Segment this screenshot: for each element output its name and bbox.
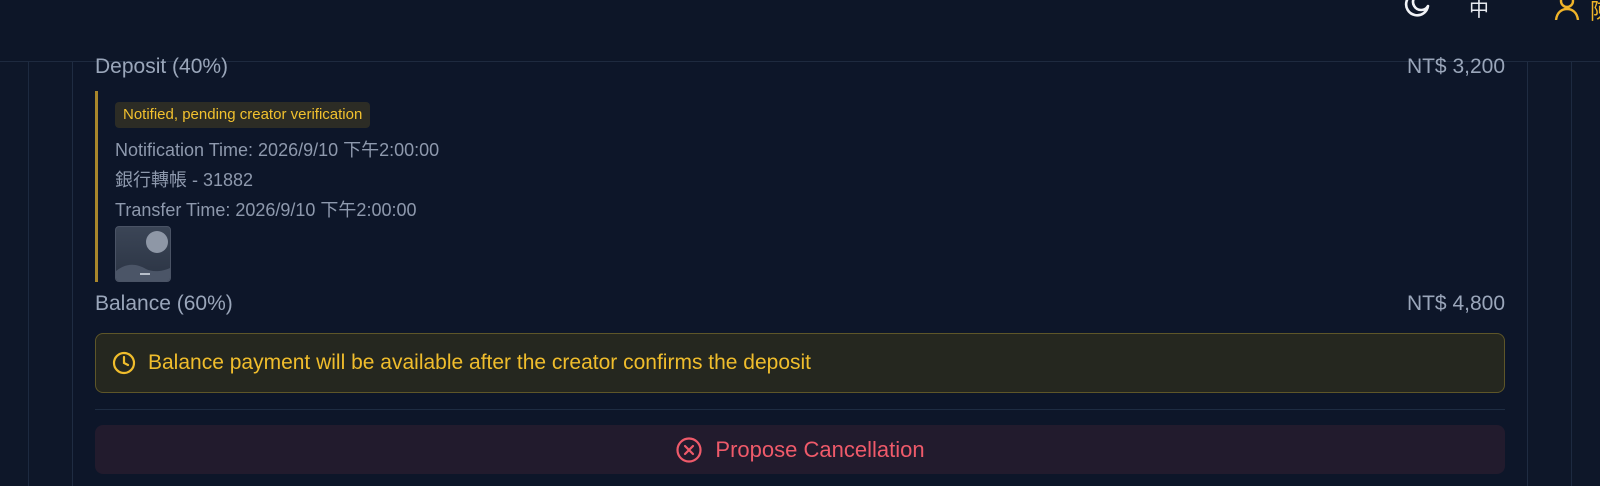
notice-text: Balance payment will be available after …: [148, 351, 812, 374]
deposit-row: Deposit (40%) NT$ 3,200: [95, 52, 1505, 82]
user-icon: [1552, 0, 1582, 25]
receipt-image-thumbnail[interactable]: [115, 226, 171, 282]
clock-icon: [112, 351, 136, 375]
balance-label: Balance (60%): [95, 292, 233, 315]
user-menu-button[interactable]: [1550, 0, 1584, 24]
language-switch-button[interactable]: 中: [1462, 0, 1496, 24]
balance-amount: NT$ 4,800: [1406, 292, 1505, 315]
user-name-label[interactable]: 陳: [1590, 0, 1600, 26]
cancel-button-label: Propose Cancellation: [715, 436, 925, 462]
cancel-circle-icon: [675, 436, 703, 464]
theme-toggle-button[interactable]: [1400, 0, 1434, 24]
balance-row: Balance (60%) NT$ 4,800: [95, 289, 1505, 319]
deposit-payment-record: Notified, pending creator verification N…: [95, 91, 439, 282]
image-icon: [116, 231, 170, 281]
transfer-time: Transfer Time: 2026/9/10 下午2:00:00: [115, 200, 417, 220]
propose-cancellation-button[interactable]: Propose Cancellation: [95, 425, 1505, 474]
deposit-label: Deposit (40%): [95, 55, 229, 78]
bank-transfer-info: 銀行轉帳 - 31882: [115, 170, 254, 190]
status-badge: Notified, pending creator verification: [115, 102, 371, 128]
moon-icon: [1402, 0, 1432, 25]
deposit-amount: NT$ 3,200: [1406, 55, 1505, 78]
balance-notice: Balance payment will be available after …: [95, 333, 1505, 393]
notification-time: Notification Time: 2026/9/10 下午2:00:00: [115, 140, 440, 160]
section-divider: [95, 409, 1505, 410]
